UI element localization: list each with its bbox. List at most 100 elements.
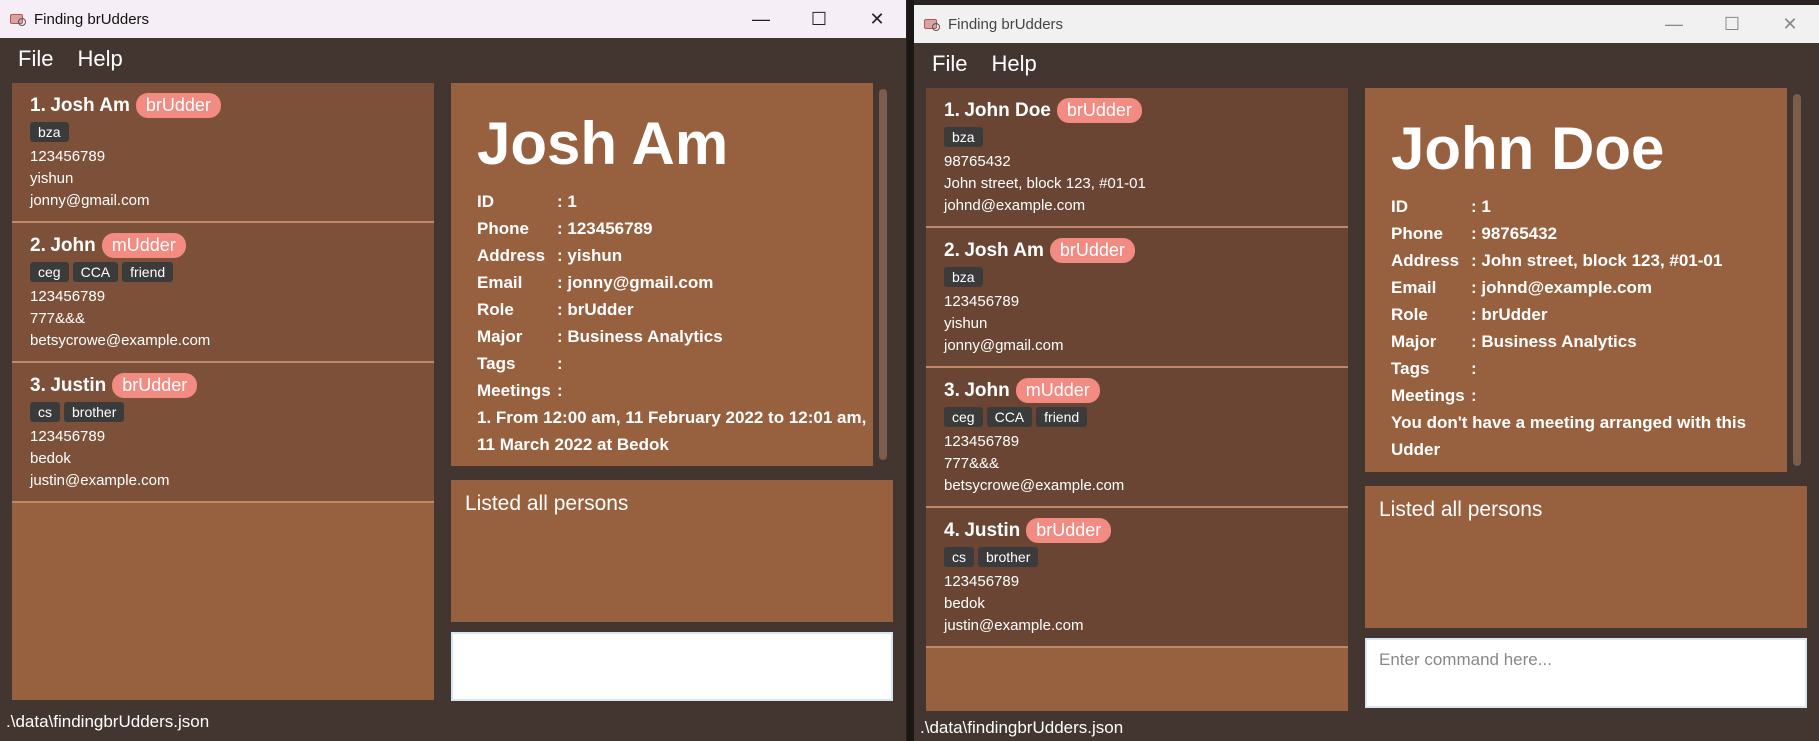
tag: bza bbox=[30, 122, 69, 142]
person-phone: 123456789 bbox=[944, 573, 1020, 590]
window-title: Finding brUdders bbox=[34, 10, 150, 28]
detail-value: : 98765432 bbox=[1471, 224, 1558, 243]
tag: CCA bbox=[72, 262, 119, 282]
detail-key: Phone bbox=[477, 219, 529, 238]
detail-value: : johnd@example.com bbox=[1471, 278, 1652, 297]
role-badge: brUdder bbox=[1026, 518, 1112, 543]
menu-file[interactable]: File bbox=[18, 46, 53, 72]
role-badge: brUdder bbox=[1056, 98, 1142, 123]
maximize-button[interactable]: ☐ bbox=[790, 0, 848, 38]
person-name: Justin bbox=[50, 374, 107, 396]
person-email: jonny@gmail.com bbox=[30, 192, 150, 209]
detail-key: ID bbox=[477, 192, 494, 211]
person-card[interactable]: 3. John mUdder ceg CCA friend 123456789 … bbox=[926, 368, 1348, 508]
detail-name: John Doe bbox=[1391, 115, 1665, 182]
person-list[interactable]: 1. John Doe brUdder bza 98765432 John st… bbox=[926, 88, 1348, 711]
role-badge: mUdder bbox=[1015, 378, 1100, 403]
command-input[interactable] bbox=[451, 632, 893, 701]
person-name: Josh Am bbox=[964, 239, 1044, 261]
person-name: John Doe bbox=[964, 99, 1051, 121]
detail-key: Major bbox=[477, 327, 523, 346]
title-bar[interactable]: Finding brUdders — ☐ ✕ bbox=[914, 5, 1819, 43]
person-card[interactable]: 3. Justin brUdder cs brother 123456789 b… bbox=[12, 363, 434, 503]
command-input[interactable]: Enter command here... bbox=[1365, 638, 1807, 708]
role-badge: mUdder bbox=[101, 233, 186, 258]
detail-key: Meetings bbox=[1391, 386, 1465, 405]
person-index: 3. bbox=[944, 379, 960, 401]
role-badge: brUdder bbox=[135, 93, 221, 118]
app-icon bbox=[924, 18, 940, 31]
person-address: bedok bbox=[30, 450, 71, 467]
scrollbar[interactable] bbox=[873, 83, 893, 466]
scrollbar[interactable] bbox=[1787, 88, 1807, 472]
person-detail-panel: John Doe ID: 1 Phone: 98765432 Address: … bbox=[1365, 88, 1807, 472]
person-phone: 123456789 bbox=[30, 288, 106, 305]
status-bar-path: .\data\findingbrUdders.json bbox=[6, 712, 210, 731]
person-detail-panel: Josh Am ID: 1 Phone: 123456789 Address: … bbox=[451, 83, 893, 466]
detail-key: Meetings bbox=[477, 381, 551, 400]
menu-file[interactable]: File bbox=[932, 51, 967, 77]
person-index: 2. bbox=[944, 239, 960, 261]
minimize-button[interactable]: — bbox=[1645, 5, 1703, 43]
detail-key: Phone bbox=[1391, 224, 1443, 243]
detail-value: : 1 bbox=[1471, 197, 1491, 216]
person-address: 777&&& bbox=[30, 310, 86, 327]
person-email: betsycrowe@example.com bbox=[944, 477, 1125, 494]
right-app-window: Finding brUdders — ☐ ✕ File Help 1. John… bbox=[914, 5, 1819, 741]
tag: ceg bbox=[944, 407, 983, 427]
tag: friend bbox=[122, 262, 174, 282]
scroll-thumb[interactable] bbox=[879, 89, 887, 460]
role-badge: brUdder bbox=[112, 373, 198, 398]
detail-value: : bbox=[1471, 386, 1477, 405]
person-card[interactable]: 1. John Doe brUdder bza 98765432 John st… bbox=[926, 88, 1348, 228]
person-card[interactable]: 2. Josh Am brUdder bza 123456789 yishun … bbox=[926, 228, 1348, 368]
person-address: yishun bbox=[30, 170, 74, 187]
person-email: justin@example.com bbox=[30, 472, 170, 489]
tag: CCA bbox=[986, 407, 1033, 427]
menu-bar: File Help bbox=[0, 38, 906, 80]
app-icon bbox=[10, 13, 26, 26]
tag: cs bbox=[30, 402, 60, 422]
result-display: Listed all persons bbox=[451, 480, 893, 622]
detail-value: : bbox=[1471, 359, 1477, 378]
detail-key: Tags bbox=[1391, 359, 1430, 378]
tag: friend bbox=[1036, 407, 1088, 427]
tag: bza bbox=[944, 267, 983, 287]
detail-value: : 123456789 bbox=[557, 219, 653, 238]
detail-value: : jonny@gmail.com bbox=[557, 273, 714, 292]
person-index: 4. bbox=[944, 519, 960, 541]
person-phone: 123456789 bbox=[944, 293, 1020, 310]
detail-value: : bbox=[557, 381, 563, 400]
menu-help[interactable]: Help bbox=[991, 51, 1036, 77]
maximize-button[interactable]: ☐ bbox=[1703, 5, 1761, 43]
detail-value: : Business Analytics bbox=[1471, 332, 1637, 351]
detail-value: : bbox=[557, 354, 563, 373]
person-name: Josh Am bbox=[50, 94, 130, 116]
role-badge: brUdder bbox=[1049, 238, 1135, 263]
person-email: betsycrowe@example.com bbox=[30, 332, 211, 349]
detail-value: : yishun bbox=[557, 246, 623, 265]
window-gap bbox=[906, 0, 914, 741]
scroll-thumb[interactable] bbox=[1793, 94, 1801, 466]
title-bar[interactable]: Finding brUdders — ☐ ✕ bbox=[0, 0, 906, 38]
detail-key: Email bbox=[1391, 278, 1437, 297]
person-list[interactable]: 1. Josh Am brUdder bza 123456789 yishun … bbox=[12, 83, 434, 700]
minimize-button[interactable]: — bbox=[732, 0, 790, 38]
status-bar-path: .\data\findingbrUdders.json bbox=[920, 718, 1124, 737]
close-button[interactable]: ✕ bbox=[1761, 5, 1819, 43]
window-title: Finding brUdders bbox=[948, 15, 1064, 33]
person-address: 777&&& bbox=[944, 455, 1000, 472]
person-phone: 123456789 bbox=[944, 433, 1020, 450]
detail-key: Role bbox=[1391, 305, 1428, 324]
person-card[interactable]: 1. Josh Am brUdder bza 123456789 yishun … bbox=[12, 83, 434, 223]
person-address: yishun bbox=[944, 315, 988, 332]
person-phone: 123456789 bbox=[30, 428, 106, 445]
person-email: johnd@example.com bbox=[944, 197, 1086, 214]
menu-help[interactable]: Help bbox=[77, 46, 122, 72]
person-card[interactable]: 4. Justin brUdder cs brother 123456789 b… bbox=[926, 508, 1348, 648]
tag: ceg bbox=[30, 262, 69, 282]
person-index: 1. bbox=[944, 99, 960, 121]
person-card[interactable]: 2. John mUdder ceg CCA friend 123456789 … bbox=[12, 223, 434, 363]
tag: cs bbox=[944, 547, 974, 567]
close-button[interactable]: ✕ bbox=[848, 0, 906, 38]
